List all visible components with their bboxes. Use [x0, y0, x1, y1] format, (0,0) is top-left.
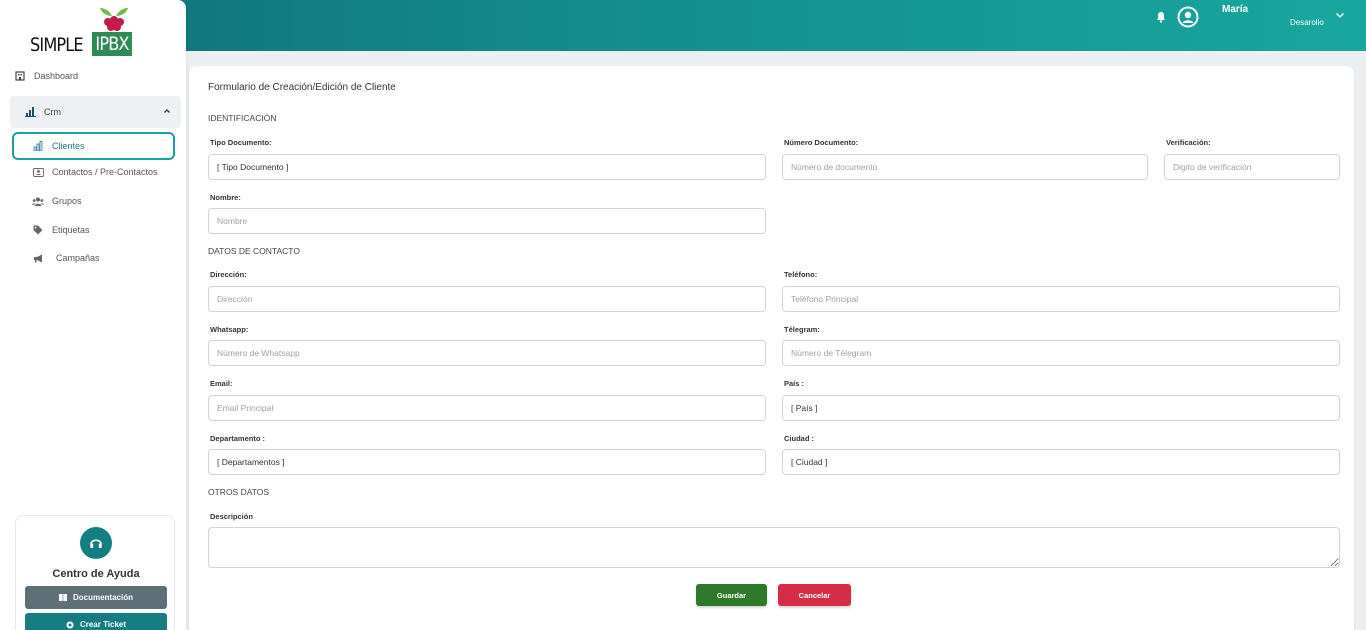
cancel-button[interactable]: Cancelar — [778, 584, 851, 606]
whatsapp-input[interactable] — [208, 340, 766, 366]
headset-icon — [80, 527, 112, 559]
chevron-up-icon — [163, 107, 171, 115]
sidebar-item-label: Clientes — [52, 141, 85, 151]
sidebar-item-label: Etiquetas — [52, 225, 90, 235]
sidebar-item-label: Contactos / Pre-Contactos — [52, 167, 158, 177]
direccion-label: Dirección: — [210, 270, 247, 279]
nombre-input[interactable] — [208, 208, 766, 234]
direccion-input[interactable] — [208, 286, 766, 312]
logo-simple-text: SIMPLE — [30, 34, 84, 56]
verificacion-label: Verificación: — [1166, 138, 1211, 147]
sidebar-item-crm[interactable]: Crm — [10, 96, 181, 128]
contact-card-icon — [32, 166, 44, 178]
section-datos-contacto: DATOS DE CONTACTO — [208, 246, 300, 256]
sidebar-item-clientes[interactable]: Clientes — [12, 132, 175, 160]
ciudad-select[interactable]: [ Ciudad ] — [782, 449, 1340, 475]
building-icon — [14, 70, 26, 82]
verificacion-input[interactable] — [1164, 154, 1340, 180]
email-label: Email: — [210, 379, 233, 388]
telegram-label: Télegram: — [784, 325, 820, 334]
tipo-documento-value: [ Tipo Documento ] — [217, 162, 289, 172]
book-icon — [58, 594, 67, 601]
sidebar-item-dashboard[interactable]: Dashboard — [14, 63, 78, 89]
tipo-documento-select[interactable]: [ Tipo Documento ] — [208, 154, 766, 180]
telefono-label: Teléfono: — [784, 270, 818, 279]
logo[interactable]: SIMPLE IPBX — [30, 6, 140, 56]
documentation-button[interactable]: Documentación — [25, 586, 167, 609]
help-center-panel: Centro de Ayuda Documentación Crear Tick… — [15, 515, 175, 630]
create-ticket-button[interactable]: Crear Ticket — [25, 613, 167, 630]
sidebar-item-label: Campañas — [56, 253, 100, 263]
sidebar-item-label: Grupos — [52, 196, 82, 206]
descripcion-textarea[interactable] — [208, 527, 1340, 568]
pais-label: País : — [784, 379, 805, 388]
users-icon — [32, 195, 44, 207]
sidebar-item-grupos[interactable]: Grupos — [32, 188, 82, 214]
departamento-select[interactable]: [ Departamentos ] — [208, 449, 766, 475]
user-circle-icon[interactable] — [1177, 6, 1199, 28]
ciudad-label: Ciudad : — [784, 434, 814, 443]
numero-documento-label: Número Documento: — [784, 138, 859, 147]
nombre-label: Nombre: — [210, 193, 241, 202]
pais-value: [ País ] — [791, 403, 818, 413]
chart-icon — [24, 106, 36, 118]
ciudad-value: [ Ciudad ] — [791, 457, 828, 467]
sidebar-item-label: Dashboard — [34, 71, 79, 81]
raspberry-logo-icon — [100, 8, 128, 31]
telefono-input[interactable] — [782, 286, 1340, 312]
descripcion-label: Descripción — [210, 512, 253, 521]
top-bar: María Desarollo — [0, 0, 1366, 51]
logo-ipbx-text: IPBX — [92, 32, 133, 56]
sidebar-item-contactos[interactable]: Contactos / Pre-Contactos — [32, 159, 158, 185]
telegram-input[interactable] — [782, 340, 1340, 366]
sidebar-item-etiquetas[interactable]: Etiquetas — [32, 217, 90, 243]
tag-icon — [32, 224, 44, 236]
sidebar-item-campanas[interactable]: Campañas — [32, 245, 100, 271]
section-identificacion: IDENTIFICACIÓN — [208, 113, 277, 123]
whatsapp-label: Whatsapp: — [210, 325, 249, 334]
help-center-title: Centro de Ayuda — [52, 568, 140, 580]
chevron-down-icon[interactable] — [1334, 8, 1346, 20]
email-input[interactable] — [208, 395, 766, 421]
sidebar: SIMPLE IPBX Dashboard Crm Clientes Conta… — [0, 0, 186, 630]
sidebar-item-label: Crm — [44, 107, 61, 117]
departamento-label: Departamento : — [210, 434, 266, 443]
megaphone-icon — [32, 252, 44, 264]
client-form-card: Formulario de Creación/Edición de Client… — [189, 66, 1354, 630]
save-button[interactable]: Guardar — [696, 584, 767, 606]
chart-icon — [32, 140, 44, 152]
documentation-label: Documentación — [72, 593, 133, 602]
pais-select[interactable]: [ País ] — [782, 395, 1340, 421]
user-role: Desarollo — [1290, 18, 1324, 27]
form-title: Formulario de Creación/Edición de Client… — [208, 82, 396, 93]
numero-documento-input[interactable] — [782, 154, 1148, 180]
section-otros-datos: OTROS DATOS — [208, 487, 270, 497]
bell-icon[interactable] — [1154, 10, 1168, 24]
departamento-value: [ Departamentos ] — [217, 457, 285, 467]
create-ticket-label: Crear Ticket — [79, 620, 127, 629]
tipo-documento-label: Tipo Documento: — [210, 138, 272, 147]
lifebuoy-icon — [66, 621, 74, 629]
user-name: María — [1222, 4, 1249, 15]
